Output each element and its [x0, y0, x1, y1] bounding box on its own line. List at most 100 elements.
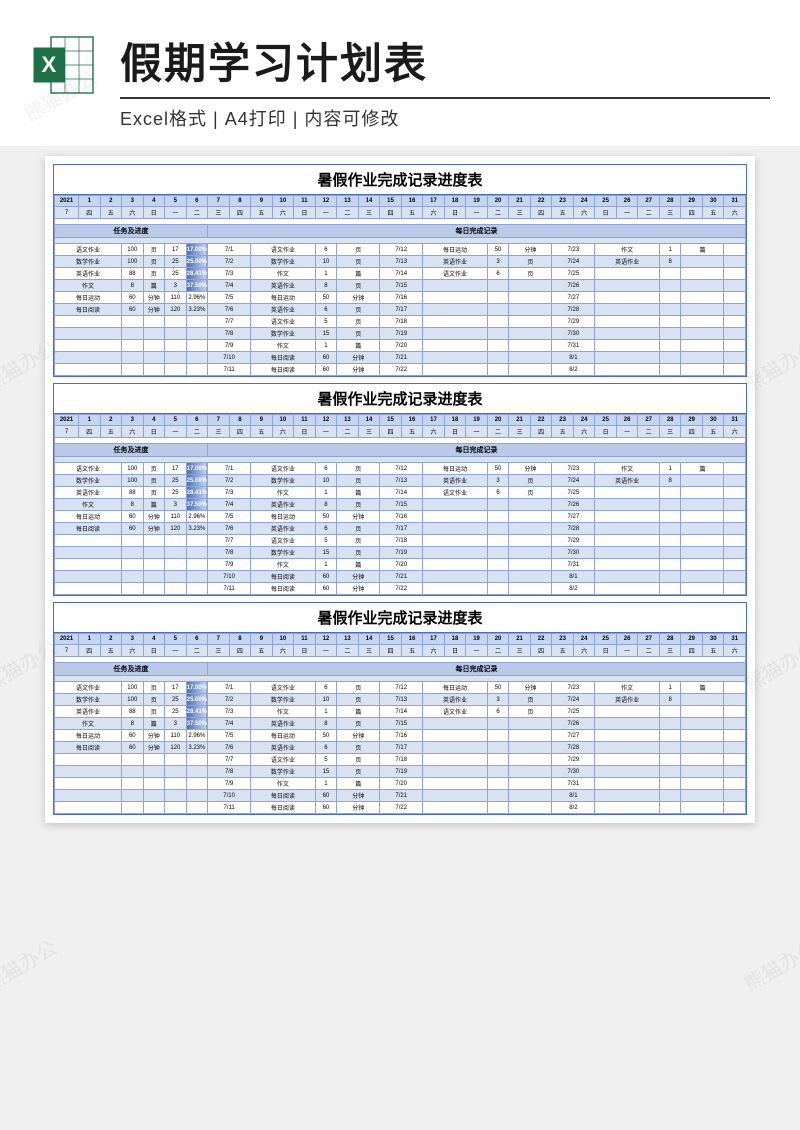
- log-date: 7/8: [208, 547, 251, 559]
- log-task: [423, 547, 488, 559]
- weekday-cell: 三: [509, 207, 531, 219]
- log-header: 每日完成记录: [208, 225, 746, 238]
- log-task: 每日运动: [251, 511, 316, 523]
- log-value: 6: [315, 742, 337, 754]
- log-value: 60: [315, 802, 337, 814]
- log-unit: 分钟: [337, 802, 380, 814]
- log-task: [423, 742, 488, 754]
- log-unit: 页: [337, 280, 380, 292]
- task-done: 17: [165, 682, 187, 694]
- log-task: 英语作业: [595, 475, 660, 487]
- task-done: 25: [165, 706, 187, 718]
- weekday-cell: 一: [165, 426, 187, 438]
- log-date: 7/19: [380, 547, 423, 559]
- day-cell: 18: [444, 634, 466, 645]
- log-value: [659, 790, 681, 802]
- log-date: 7/25: [552, 706, 595, 718]
- log-unit: 页: [337, 328, 380, 340]
- log-unit: 篇: [337, 559, 380, 571]
- log-date: 7/27: [552, 292, 595, 304]
- weekday-cell: 六: [272, 645, 294, 657]
- log-value: 1: [315, 487, 337, 499]
- log-date: 7/8: [208, 766, 251, 778]
- task-percent: 28.41%: [186, 706, 208, 718]
- log-date: 7/23: [552, 244, 595, 256]
- task-percent: 37.50%: [186, 499, 208, 511]
- log-unit: [509, 730, 552, 742]
- day-cell: 20: [487, 415, 509, 426]
- log-task: 数学作业: [251, 475, 316, 487]
- log-date: 7/12: [380, 244, 423, 256]
- log-unit: [509, 316, 552, 328]
- weekday-cell: 四: [681, 207, 703, 219]
- log-unit: [681, 694, 724, 706]
- task-name: 英语作业: [55, 487, 122, 499]
- log-date: 7/7: [208, 754, 251, 766]
- task-name: 数学作业: [55, 256, 122, 268]
- weekday-cell: 五: [251, 207, 273, 219]
- day-cell: 27: [638, 634, 660, 645]
- log-unit: [509, 790, 552, 802]
- log-value: 8: [315, 280, 337, 292]
- log-task: 每日运动: [423, 244, 488, 256]
- log-unit: [681, 511, 724, 523]
- task-unit: 篇: [143, 718, 165, 730]
- log-task: [595, 499, 660, 511]
- log-unit: 篇: [681, 463, 724, 475]
- log-value: 8: [659, 256, 681, 268]
- log-task: 语文作业: [251, 316, 316, 328]
- day-cell: 9: [251, 415, 273, 426]
- log-unit: 分钟: [509, 244, 552, 256]
- log-task: [423, 499, 488, 511]
- log-date: 7/19: [380, 766, 423, 778]
- day-cell: 23: [552, 415, 574, 426]
- day-cell: 29: [681, 415, 703, 426]
- log-unit: [509, 778, 552, 790]
- log-task: [423, 802, 488, 814]
- task-name: 语文作业: [55, 463, 122, 475]
- sheet-title: 暑假作业完成记录进度表: [54, 603, 746, 633]
- log-value: [487, 718, 509, 730]
- day-cell: 13: [337, 196, 359, 207]
- task-percent: 25.00%: [186, 475, 208, 487]
- log-value: [487, 790, 509, 802]
- task-total: 60: [122, 511, 144, 523]
- weekday-cell: 六: [573, 426, 595, 438]
- log-unit: [509, 523, 552, 535]
- weekday-cell: 三: [659, 426, 681, 438]
- log-date: 7/5: [208, 292, 251, 304]
- task-percent: 25.00%: [186, 256, 208, 268]
- log-task: [595, 754, 660, 766]
- log-unit: [681, 559, 724, 571]
- log-value: 1: [659, 244, 681, 256]
- tasks-header: 任务及进度: [55, 663, 208, 676]
- day-cell: 12: [315, 415, 337, 426]
- page-header: X 假期学习计划表 Excel格式 | A4打印 | 内容可修改: [0, 0, 800, 146]
- task-total: 8: [122, 280, 144, 292]
- log-date: 7/12: [380, 463, 423, 475]
- task-unit: 页: [143, 268, 165, 280]
- task-total: 60: [122, 730, 144, 742]
- day-cell: 14: [358, 415, 380, 426]
- calendar-table: 2021123456789101112131415161718192021222…: [54, 414, 746, 595]
- day-cell: 28: [659, 634, 681, 645]
- log-task: [595, 280, 660, 292]
- weekday-cell: 六: [724, 207, 746, 219]
- weekday-cell: 四: [380, 426, 402, 438]
- log-value: 6: [315, 244, 337, 256]
- log-value: [487, 328, 509, 340]
- day-cell: 16: [401, 196, 423, 207]
- log-task: [595, 316, 660, 328]
- log-task: 每日阅读: [251, 364, 316, 376]
- log-unit: [509, 304, 552, 316]
- log-value: [487, 559, 509, 571]
- log-unit: 页: [337, 256, 380, 268]
- task-done: 120: [165, 742, 187, 754]
- day-cell: 6: [186, 196, 208, 207]
- weekday-cell: 日: [444, 645, 466, 657]
- log-value: [487, 304, 509, 316]
- task-done: 110: [165, 511, 187, 523]
- log-value: 6: [487, 268, 509, 280]
- weekday-cell: 五: [401, 207, 423, 219]
- log-unit: [509, 328, 552, 340]
